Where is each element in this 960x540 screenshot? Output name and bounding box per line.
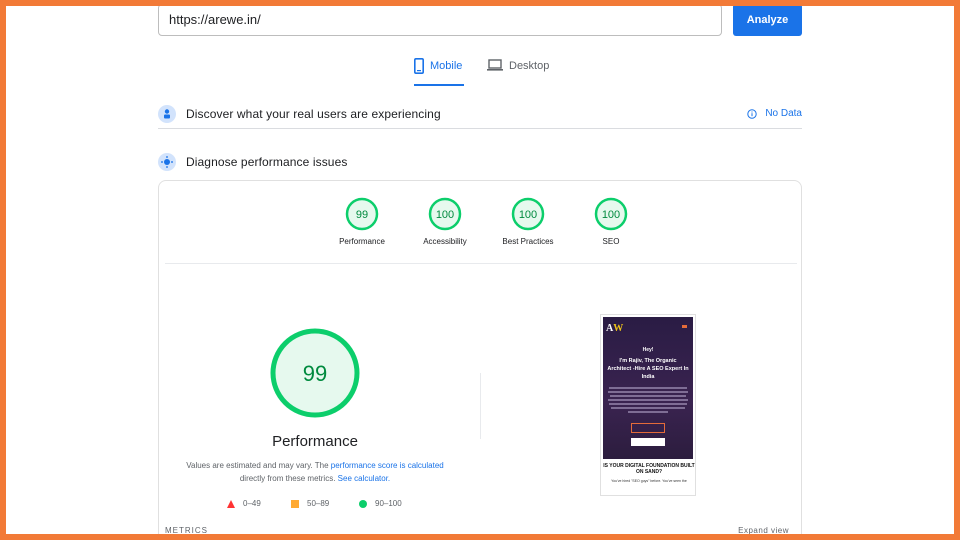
tab-mobile-label: Mobile bbox=[430, 60, 463, 72]
performance-score-value: 99 bbox=[303, 361, 327, 386]
triangle-icon bbox=[227, 499, 235, 508]
no-data-status: No Data bbox=[747, 108, 802, 119]
page-screenshot: AW Hey! I'm Rajiv, The Organic Architect… bbox=[600, 314, 696, 496]
screenshot-button-primary bbox=[631, 423, 665, 433]
gauge-ring: 100 bbox=[428, 197, 462, 231]
legend-fail: 0–49 bbox=[227, 499, 261, 508]
no-data-label: No Data bbox=[765, 108, 802, 119]
performance-big-gauge: 99 bbox=[270, 328, 360, 418]
gauge-seo[interactable]: 100 SEO bbox=[566, 197, 656, 246]
gauge-performance[interactable]: 99 Performance bbox=[317, 197, 407, 246]
diagnose-section: Diagnose performance issues bbox=[158, 150, 802, 174]
gauge-value: 100 bbox=[519, 209, 537, 221]
gauge-best-practices[interactable]: 100 Best Practices bbox=[483, 197, 573, 246]
gauge-value: 100 bbox=[602, 209, 620, 221]
expand-view-toggle[interactable]: Expand view bbox=[738, 526, 789, 534]
performance-title: Performance bbox=[272, 433, 358, 450]
site-logo: AW bbox=[606, 323, 624, 334]
gauge-ring: 100 bbox=[594, 197, 628, 231]
url-input[interactable]: https://arewe.in/ bbox=[158, 6, 722, 36]
screenshot-question: IS YOUR DIGITAL FOUNDATION BUILT ON SAND… bbox=[603, 463, 695, 475]
smartphone-icon bbox=[414, 58, 424, 74]
note-text-2: directly from these metrics. bbox=[239, 474, 338, 483]
note-text-1: Values are estimated and may vary. The bbox=[186, 461, 331, 470]
legend-range: 0–49 bbox=[243, 499, 261, 508]
screenshot-button-secondary bbox=[631, 438, 665, 446]
screenshot-body-text bbox=[607, 387, 689, 415]
legend-range: 50–89 bbox=[307, 499, 330, 508]
menu-icon bbox=[682, 325, 687, 328]
screenshot-subtext: You've hired "SEO guys" before. You've s… bbox=[611, 479, 687, 483]
score-calculated-link[interactable]: performance score is calculated bbox=[331, 461, 444, 470]
users-icon bbox=[158, 104, 176, 123]
score-gauges: 99 Performance 100 Accessibility 100 Bes… bbox=[159, 197, 801, 263]
tab-desktop[interactable]: Desktop bbox=[487, 58, 549, 86]
page: https://arewe.in/ Analyze Mobile Desktop… bbox=[6, 6, 954, 534]
tab-desktop-label: Desktop bbox=[509, 60, 550, 72]
gauge-label: SEO bbox=[602, 237, 620, 246]
gauge-accessibility[interactable]: 100 Accessibility bbox=[400, 197, 490, 246]
legend-range: 90–100 bbox=[375, 499, 402, 508]
field-data-title: Discover what your real users are experi… bbox=[186, 106, 441, 121]
circle-icon bbox=[359, 499, 367, 508]
field-data-section: Discover what your real users are experi… bbox=[158, 99, 802, 129]
analyze-button[interactable]: Analyze bbox=[733, 6, 802, 36]
square-icon bbox=[291, 499, 299, 508]
tab-mobile[interactable]: Mobile bbox=[414, 58, 465, 86]
report-card: 99 Performance 100 Accessibility 100 Bes… bbox=[158, 180, 802, 534]
screenshot-hero: AW Hey! I'm Rajiv, The Organic Architect… bbox=[603, 317, 693, 459]
screenshot-headline: I'm Rajiv, The Organic Architect -Hire A… bbox=[607, 358, 689, 380]
gauge-label: Best Practices bbox=[502, 237, 554, 246]
gauge-ring: 99 bbox=[345, 197, 379, 231]
gauge-ring: 100 bbox=[511, 197, 545, 231]
see-calculator-link[interactable]: See calculator. bbox=[338, 474, 390, 483]
info-icon bbox=[747, 108, 758, 119]
legend-pass: 90–100 bbox=[359, 499, 402, 508]
gauge-label: Accessibility bbox=[423, 237, 467, 246]
gauge-label: Performance bbox=[339, 237, 385, 246]
performance-note: Values are estimated and may vary. The p… bbox=[175, 459, 455, 485]
screenshot-greeting: Hey! bbox=[642, 347, 654, 353]
laptop-icon bbox=[487, 59, 503, 71]
legend-average: 50–89 bbox=[291, 499, 329, 508]
vertical-divider bbox=[480, 373, 481, 439]
diagnose-title: Diagnose performance issues bbox=[186, 155, 348, 169]
metrics-heading: METRICS bbox=[165, 526, 208, 534]
lab-icon bbox=[158, 153, 176, 171]
gauge-value: 100 bbox=[436, 209, 454, 221]
gauge-divider bbox=[165, 263, 797, 264]
gauge-value: 99 bbox=[356, 209, 368, 221]
